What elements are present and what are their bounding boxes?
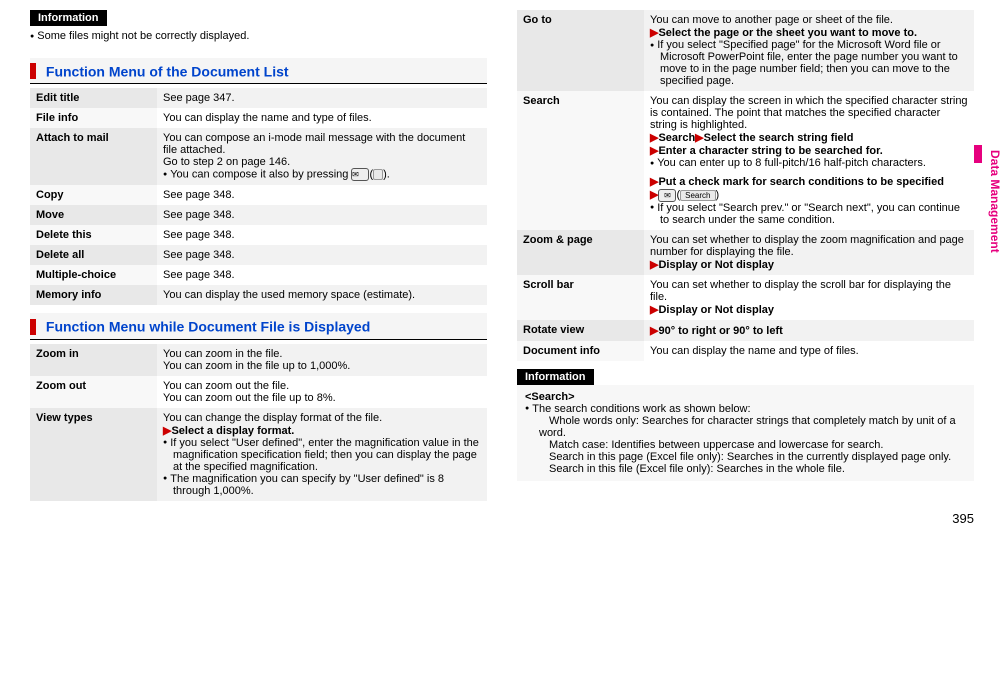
row-name: Delete all: [30, 245, 157, 265]
row-name: Edit title: [30, 88, 157, 108]
table-row: Zoom & page You can set whether to displ…: [517, 230, 974, 275]
row-desc: You can zoom out the file. You can zoom …: [157, 376, 487, 408]
row-desc: You can move to another page or sheet of…: [644, 10, 974, 91]
row-desc: See page 348.: [157, 265, 487, 285]
table-row: Edit title See page 347.: [30, 88, 487, 108]
search-cond-item: Search in this file (Excel file only): S…: [539, 463, 845, 475]
row-desc: You can display the name and type of fil…: [644, 341, 974, 361]
mail-icon: ✉: [658, 189, 676, 202]
row-desc: You can display the used memory space (e…: [157, 285, 487, 305]
table-row: Zoom in You can zoom in the file. You ca…: [30, 344, 487, 376]
row-desc: You can display the name and type of fil…: [157, 108, 487, 128]
triangle-icon: ▶: [650, 189, 658, 201]
row-desc: You can display the screen in which the …: [644, 91, 974, 230]
row-name: Scroll bar: [517, 275, 644, 320]
row-name: Move: [30, 205, 157, 225]
table-row: Move See page 348.: [30, 205, 487, 225]
row-name: Delete this: [30, 225, 157, 245]
row-desc: You can compose an i-mode mail message w…: [157, 128, 487, 185]
table-row: Copy See page 348.: [30, 185, 487, 205]
row-desc: You can zoom in the file. You can zoom i…: [157, 344, 487, 376]
table-row: Rotate view ▶90° to right or 90° to left: [517, 320, 974, 341]
row-name: View types: [30, 408, 157, 501]
row-name: Copy: [30, 185, 157, 205]
row-desc: See page 348.: [157, 225, 487, 245]
information-label-2: Information: [517, 369, 594, 385]
table-row: Memory info You can display the used mem…: [30, 285, 487, 305]
triangle-icon: ▶: [695, 132, 703, 144]
row-desc: See page 348.: [157, 245, 487, 265]
row-desc: You can set whether to display the scrol…: [644, 275, 974, 320]
row-desc: See page 348.: [157, 205, 487, 225]
search-cond-item: Search in this page (Excel file only): S…: [539, 451, 951, 463]
row-name: Zoom & page: [517, 230, 644, 275]
side-tab-data-management: Data Management: [988, 150, 1002, 253]
table-row: Multiple-choice See page 348.: [30, 265, 487, 285]
table-row: Zoom out You can zoom out the file. You …: [30, 376, 487, 408]
search-cond-item: Whole words only: Searches for character…: [539, 415, 956, 439]
doc-displayed-menu-table-left: Zoom in You can zoom in the file. You ca…: [30, 344, 487, 501]
info-text-1: Some files might not be correctly displa…: [30, 30, 487, 42]
row-desc: You can change the display format of the…: [157, 408, 487, 501]
table-row: Scroll bar You can set whether to displa…: [517, 275, 974, 320]
row-name: Rotate view: [517, 320, 644, 341]
row-name: File info: [30, 108, 157, 128]
table-row: Delete all See page 348.: [30, 245, 487, 265]
function-menu-doc-displayed-header: Function Menu while Document File is Dis…: [30, 313, 487, 339]
row-name: Document info: [517, 341, 644, 361]
search-cond-intro: The search conditions work as shown belo…: [525, 403, 966, 415]
table-row: Go to You can move to another page or sh…: [517, 10, 974, 91]
side-bar-marker: [974, 145, 982, 163]
search-cond-item: Match case: Identifies between uppercase…: [539, 439, 883, 451]
doc-displayed-menu-table-right: Go to You can move to another page or sh…: [517, 10, 974, 361]
row-desc: See page 348.: [157, 185, 487, 205]
page-number: 395: [30, 511, 974, 526]
blank-icon-label: [373, 169, 383, 180]
information-label: Information: [30, 10, 107, 26]
table-row: Attach to mail You can compose an i-mode…: [30, 128, 487, 185]
row-name: Zoom in: [30, 344, 157, 376]
table-row: Document info You can display the name a…: [517, 341, 974, 361]
row-name: Go to: [517, 10, 644, 91]
doc-list-menu-table: Edit title See page 347. File info You c…: [30, 88, 487, 305]
row-name: Memory info: [30, 285, 157, 305]
row-desc: You can set whether to display the zoom …: [644, 230, 974, 275]
row-desc: See page 347.: [157, 88, 487, 108]
table-row: File info You can display the name and t…: [30, 108, 487, 128]
row-name: Attach to mail: [30, 128, 157, 185]
table-row: Search You can display the screen in whi…: [517, 91, 974, 230]
table-row: Delete this See page 348.: [30, 225, 487, 245]
row-desc: ▶90° to right or 90° to left: [644, 320, 974, 341]
table-row: View types You can change the display fo…: [30, 408, 487, 501]
row-name: Multiple-choice: [30, 265, 157, 285]
search-icon-label: Search: [680, 190, 715, 201]
row-name: Search: [517, 91, 644, 230]
mail-icon: ✉: [351, 168, 369, 181]
function-menu-doc-list-header: Function Menu of the Document List: [30, 58, 487, 84]
row-name: Zoom out: [30, 376, 157, 408]
search-info-heading: <Search>: [525, 391, 575, 403]
